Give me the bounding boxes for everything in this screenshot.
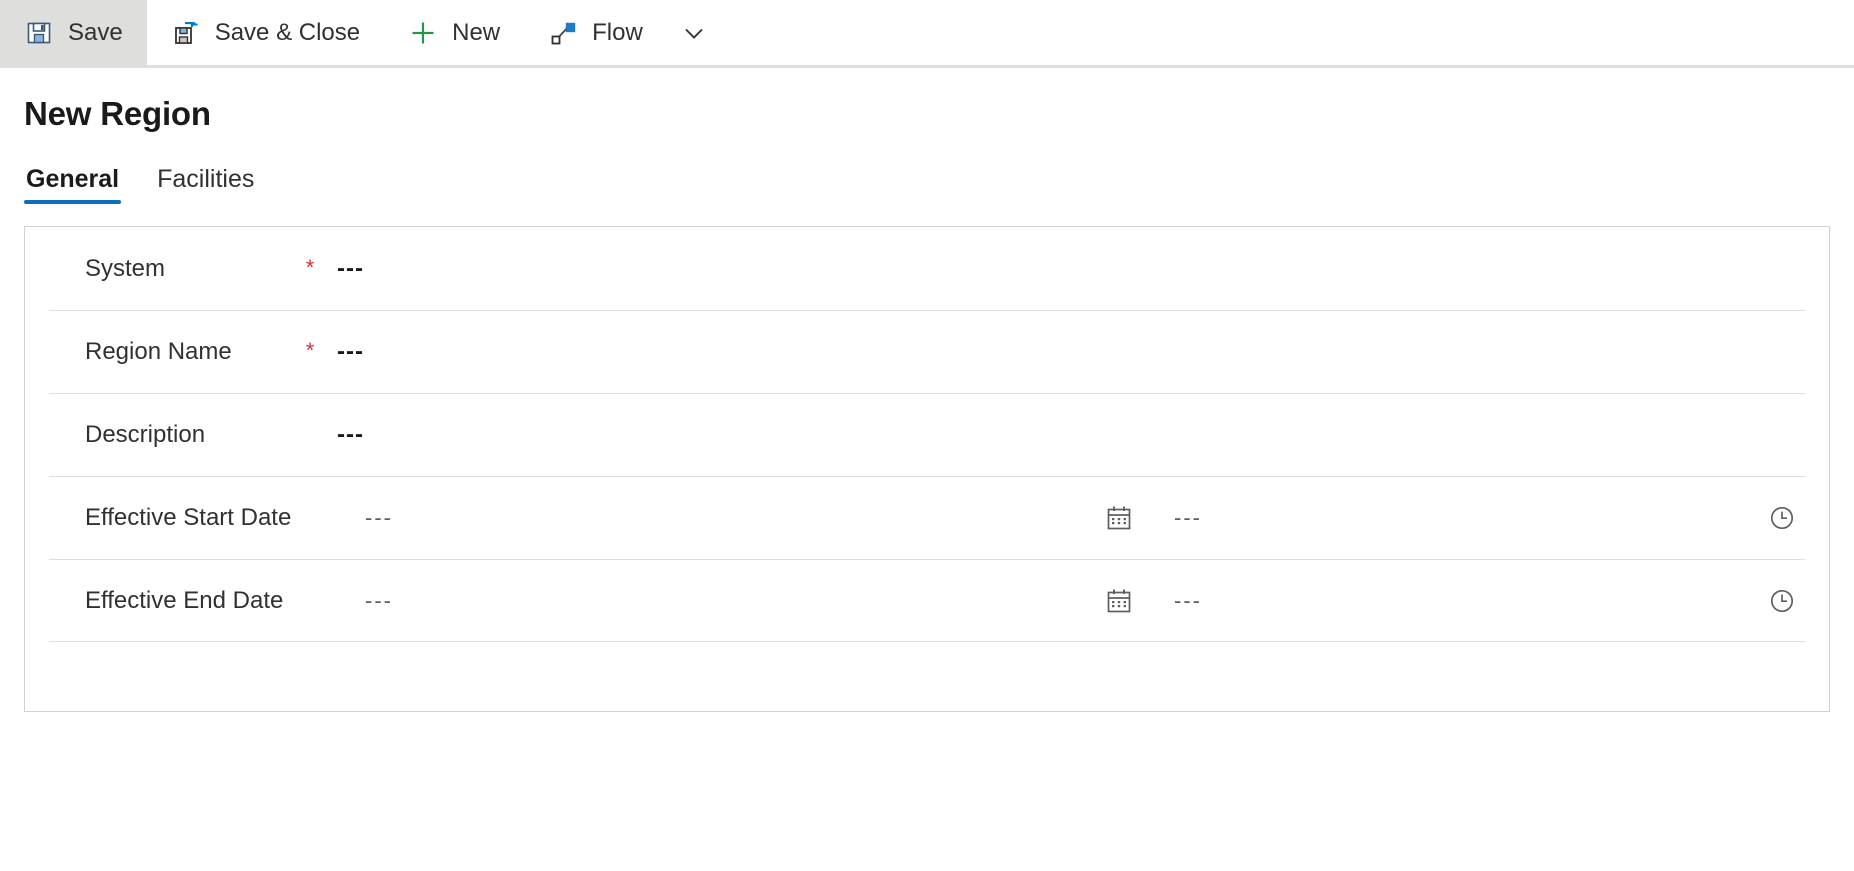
flow-button[interactable]: Flow — [524, 0, 667, 65]
tab-facilities[interactable]: Facilities — [155, 167, 256, 204]
page-title: New Region — [24, 95, 211, 132]
calendar-icon[interactable] — [1104, 503, 1134, 533]
field-label-effective-start-date: Effective Start Date — [85, 504, 292, 532]
general-form-card: System * --- Region Name * --- Descripti… — [24, 226, 1830, 713]
tab-general[interactable]: General — [24, 167, 122, 205]
plus-icon — [408, 18, 438, 48]
field-row-description: Description --- — [49, 393, 1805, 476]
time-value-effective-end-date[interactable]: --- — [1174, 588, 1202, 614]
clock-icon[interactable] — [1767, 503, 1797, 533]
page-body: New Region General Facilities System * -… — [0, 95, 1854, 713]
field-value-description[interactable]: --- — [337, 421, 364, 449]
command-bar-overflow-button[interactable] — [667, 0, 721, 65]
field-value-effective-start-date[interactable]: --- — [365, 505, 393, 531]
field-value-region-name[interactable]: --- — [337, 338, 364, 366]
field-label-description: Description — [85, 421, 206, 449]
flow-icon — [548, 18, 578, 48]
field-row-region-name: Region Name * --- — [49, 310, 1805, 393]
save-button[interactable]: Save — [0, 0, 147, 65]
chevron-down-icon — [679, 18, 709, 48]
new-button[interactable]: New — [384, 0, 524, 65]
field-row-system: System * --- — [49, 227, 1805, 310]
command-bar: Save Save & Close New Flow — [0, 0, 1854, 68]
field-row-effective-end-date: Effective End Date --- --- — [49, 559, 1805, 643]
field-label-region-name: Region Name — [85, 338, 232, 366]
required-indicator-region-name: * — [305, 338, 315, 364]
flow-button-label: Flow — [592, 18, 643, 46]
save-floppy-icon — [24, 18, 54, 48]
save-button-label: Save — [68, 18, 123, 46]
field-row-effective-start-date: Effective Start Date --- --- — [49, 476, 1805, 559]
required-indicator-system: * — [305, 254, 315, 280]
calendar-icon[interactable] — [1104, 586, 1134, 616]
field-value-system[interactable]: --- — [337, 255, 364, 283]
save-and-close-button[interactable]: Save & Close — [147, 0, 384, 65]
clock-icon[interactable] — [1767, 586, 1797, 616]
field-label-system: System — [85, 254, 166, 282]
time-value-effective-start-date[interactable]: --- — [1174, 505, 1202, 531]
new-button-label: New — [452, 18, 501, 46]
field-label-effective-end-date: Effective End Date — [85, 586, 284, 614]
field-value-effective-end-date[interactable]: --- — [365, 588, 393, 614]
save-and-close-button-label: Save & Close — [214, 18, 361, 46]
save-and-close-icon — [171, 18, 201, 48]
date-value-group-effective-end-date: --- — [349, 588, 393, 614]
date-value-group-effective-start-date: --- — [349, 505, 393, 531]
tab-strip: General Facilities — [24, 158, 1830, 205]
